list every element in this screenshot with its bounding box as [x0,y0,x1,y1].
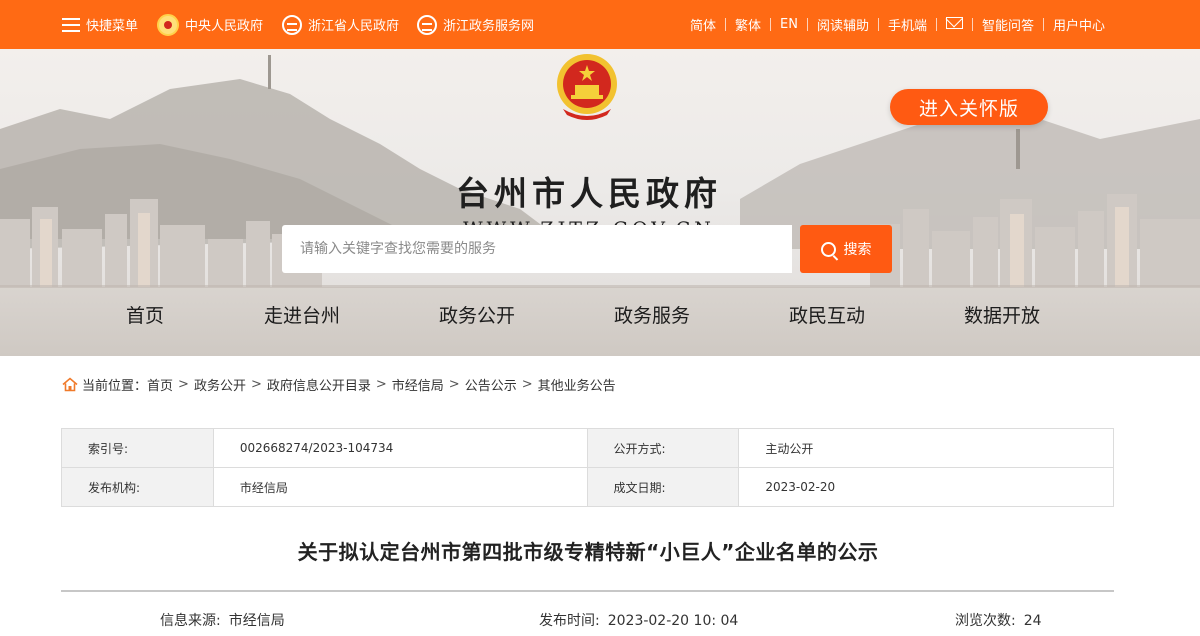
search-button[interactable]: 搜索 [800,225,892,273]
publish-time-value: 2023-02-20 10: 04 [607,613,739,629]
site-title: 台州市人民政府 [456,174,722,213]
link-reading-aid[interactable]: 阅读辅助 [808,15,878,34]
article-publish-time: 发布时间: 2023-02-20 10: 04 [539,610,738,630]
source-label: 信息来源: [160,613,221,629]
top-right-links: 简体 繁体 EN 阅读辅助 手机端 智能问答 用户中心 [681,0,1114,49]
main-nav: 首页 走进台州 政务公开 政务服务 政民互动 数据开放 [0,301,1200,331]
link-traditional[interactable]: 繁体 [726,15,770,34]
document-date-value: 2023-02-20 [738,467,1114,507]
disclosure-method-label: 公开方式: [586,428,740,468]
breadcrumb-separator: > [250,376,262,392]
nav-gov-affairs-open[interactable]: 政务公开 [439,301,515,328]
menu-icon [62,17,80,32]
nav-interaction[interactable]: 政民互动 [789,301,865,328]
link-smart-qa[interactable]: 智能问答 [973,15,1043,34]
province-gov-link[interactable]: 浙江省人民政府 [282,0,399,49]
breadcrumb-gov-affairs-open[interactable]: 政务公开 [194,375,246,394]
document-date-label: 成文日期: [586,467,740,507]
province-gov-label: 浙江省人民政府 [308,19,400,34]
publish-time-label: 发布时间: [539,613,600,629]
central-gov-label: 中央人民政府 [185,19,264,34]
views-label: 浏览次数: [955,613,1016,629]
nav-open-data[interactable]: 数据开放 [964,301,1040,328]
nav-gov-services[interactable]: 政务服务 [614,301,690,328]
views-value: 24 [1023,613,1042,629]
breadcrumb-announcements[interactable]: 公告公示 [465,375,517,394]
breadcrumb-home[interactable]: 首页 [147,375,173,394]
table-row: 索引号: 002668274/2023-104734 公开方式: 主动公开 [61,428,1114,468]
document-info-table: 索引号: 002668274/2023-104734 公开方式: 主动公开 发布… [61,428,1114,507]
national-emblem-icon [157,13,179,36]
title-divider [61,590,1114,592]
index-number-label: 索引号: [61,428,214,468]
link-simplified[interactable]: 简体 [681,15,725,34]
nav-home[interactable]: 首页 [126,301,164,328]
disclosure-method-value: 主动公开 [738,428,1114,468]
breadcrumb-separator: > [375,376,387,392]
article-source: 信息来源: 市经信局 [160,610,285,630]
table-row: 发布机构: 市经信局 成文日期: 2023-02-20 [61,467,1114,507]
header-banner: 台州市人民政府 WWW.ZJTZ.GOV.CN 进入关怀版 搜索 首页 走进台州… [0,49,1200,356]
index-number-value: 002668274/2023-104734 [212,428,588,468]
link-mobile[interactable]: 手机端 [879,15,936,34]
breadcrumb-label: 当前位置： [82,378,148,394]
breadcrumb-bureau[interactable]: 市经信局 [392,375,444,394]
central-gov-link[interactable]: 中央人民政府 [157,0,263,49]
breadcrumb-other-announcements[interactable]: 其他业务公告 [538,375,616,394]
care-version-button[interactable]: 进入关怀版 [890,89,1048,125]
search-input[interactable] [282,225,792,273]
mail-link[interactable] [937,16,972,33]
breadcrumb-info-catalog[interactable]: 政府信息公开目录 [267,375,371,394]
province-gov-icon [282,14,302,35]
search-icon [820,241,836,257]
national-emblem-logo [557,54,617,120]
quick-menu-button[interactable]: 快捷菜单 [62,0,138,49]
publisher-label: 发布机构: [61,467,214,507]
link-user-center[interactable]: 用户中心 [1044,15,1114,34]
breadcrumb-separator: > [178,376,189,392]
link-english[interactable]: EN [771,17,807,32]
home-icon [62,376,78,391]
publisher-value: 市经信局 [212,467,588,507]
breadcrumb-separator: > [448,376,460,392]
gov-service-icon [417,14,437,35]
breadcrumb: 当前位置： 首页 > 政务公开 > 政府信息公开目录 > 市经信局 > 公告公示… [62,374,616,394]
breadcrumb-separator: > [521,376,533,392]
nav-about-taizhou[interactable]: 走进台州 [264,301,340,328]
article-views: 浏览次数: 24 [955,610,1042,630]
quick-menu-text: 快捷菜单 [86,19,139,34]
top-bar: 快捷菜单 中央人民政府 浙江省人民政府 浙江政务服务网 简体 繁体 EN 阅读辅… [0,0,1200,49]
gov-service-link[interactable]: 浙江政务服务网 [417,0,534,49]
source-value: 市经信局 [228,613,285,629]
mail-icon [945,16,963,29]
gov-service-label: 浙江政务服务网 [443,19,535,34]
article-title: 关于拟认定台州市第四批市级专精特新“小巨人”企业名单的公示 [297,540,879,564]
search-button-label: 搜索 [843,242,872,258]
